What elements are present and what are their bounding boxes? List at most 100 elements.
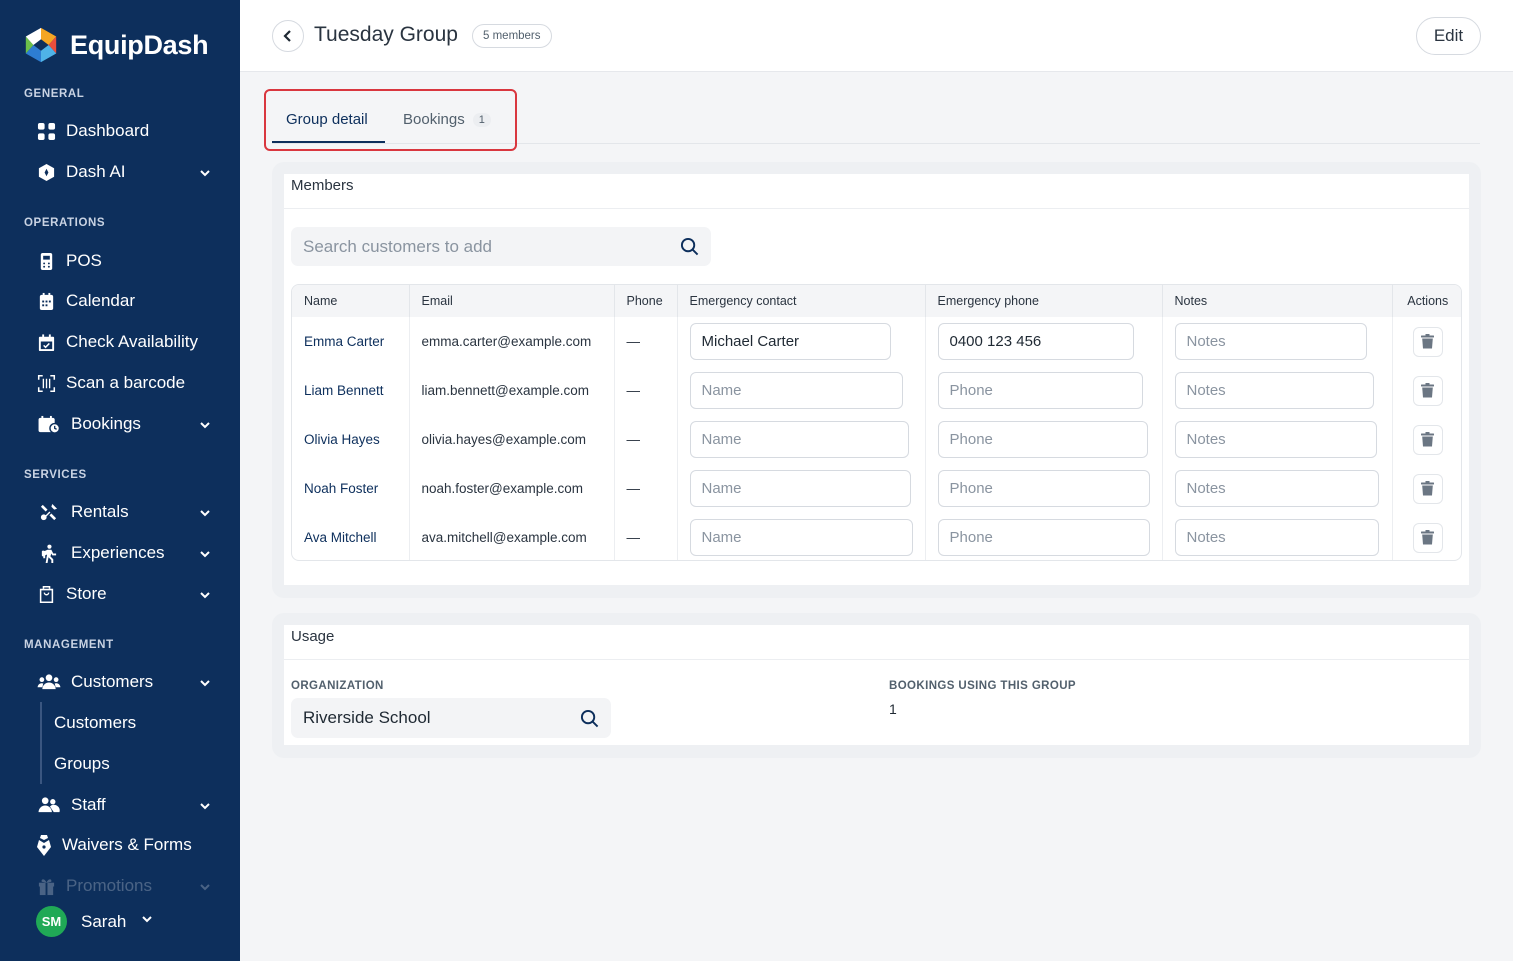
member-phone: —	[614, 464, 678, 513]
sidebar-item-label: Staff	[71, 795, 106, 814]
emergency-phone-input[interactable]	[937, 372, 1143, 409]
sidebar-item-label: Promotions	[66, 876, 152, 895]
member-count-badge: 5 members	[472, 24, 552, 48]
bookings-using-group-label: BOOKINGS USING THIS GROUP	[889, 680, 1076, 692]
notes-input[interactable]	[1174, 470, 1379, 507]
chevron-down-icon	[198, 505, 212, 519]
sidebar-item-bookings[interactable]: Bookings	[36, 407, 212, 441]
section-management: MANAGEMENT	[24, 639, 114, 651]
members-title: Members	[291, 177, 354, 194]
sidebar-item-pos[interactable]: POS	[36, 244, 212, 278]
sidebar-item-rentals[interactable]: Rentals	[36, 495, 212, 529]
sidebar-subitem-customers[interactable]: Customers	[54, 713, 136, 733]
gift-icon	[36, 876, 56, 896]
trash-icon	[1421, 334, 1435, 349]
sidebar-item-waivers[interactable]: Waivers & Forms	[36, 828, 212, 862]
members-table: Name Email Phone Emergency contact Emerg…	[291, 284, 1462, 561]
member-phone: —	[614, 415, 678, 464]
delete-member-button[interactable]	[1412, 522, 1443, 553]
sidebar: EquipDash GENERAL Dashboard Dash AI OPER…	[0, 0, 240, 961]
chevron-down-icon	[198, 546, 212, 560]
emergency-contact-input[interactable]	[689, 323, 891, 360]
emergency-contact-input[interactable]	[689, 421, 909, 458]
search-icon[interactable]	[580, 709, 599, 728]
sidebar-item-store[interactable]: Store	[36, 577, 212, 611]
sidebar-item-label: Waivers & Forms	[62, 835, 192, 854]
staff-users-icon	[36, 795, 61, 815]
app-logo[interactable]: EquipDash	[22, 26, 209, 64]
page-title: Tuesday Group	[314, 23, 458, 46]
user-menu[interactable]: SM Sarah	[36, 906, 154, 937]
delete-member-button[interactable]	[1412, 326, 1443, 357]
pos-terminal-icon	[36, 251, 56, 271]
shopping-bag-icon	[36, 584, 56, 604]
organization-field[interactable]: Riverside School	[291, 698, 611, 738]
search-icon[interactable]	[680, 237, 699, 256]
member-name-link[interactable]: Noah Foster	[292, 464, 410, 513]
sidebar-item-check-availability[interactable]: Check Availability	[36, 325, 212, 359]
member-name-link[interactable]: Olivia Hayes	[292, 415, 410, 464]
notes-input[interactable]	[1174, 421, 1377, 458]
delete-member-button[interactable]	[1412, 424, 1443, 455]
emergency-phone-input[interactable]	[937, 323, 1134, 360]
member-email: olivia.hayes@example.com	[409, 415, 615, 464]
back-button[interactable]	[272, 20, 304, 52]
bookings-calendar-icon	[36, 414, 61, 434]
sidebar-item-calendar[interactable]: Calendar	[36, 284, 212, 318]
section-general: GENERAL	[24, 88, 85, 100]
barcode-scan-icon	[36, 373, 56, 393]
sidebar-item-label: Store	[66, 584, 107, 603]
members-divider	[284, 208, 1469, 209]
table-row: Emma Carter emma.carter@example.com —	[292, 317, 1461, 366]
emergency-phone-input[interactable]	[937, 421, 1148, 458]
sidebar-item-scan-barcode[interactable]: Scan a barcode	[36, 366, 212, 400]
trash-icon	[1421, 530, 1435, 545]
member-name-link[interactable]: Emma Carter	[292, 317, 410, 366]
chevron-left-icon	[283, 30, 291, 42]
column-header-notes: Notes	[1162, 285, 1393, 317]
chevron-down-icon	[198, 165, 212, 179]
chevron-down-icon	[140, 912, 154, 931]
sidebar-item-dashboard[interactable]: Dashboard	[36, 114, 212, 148]
sidebar-item-customers[interactable]: Customers	[36, 665, 212, 699]
delete-member-button[interactable]	[1412, 375, 1443, 406]
member-email: noah.foster@example.com	[409, 464, 615, 513]
organization-value: Riverside School	[303, 708, 431, 727]
grid-icon	[36, 121, 56, 141]
emergency-contact-input[interactable]	[689, 470, 911, 507]
section-operations: OPERATIONS	[24, 217, 106, 229]
user-name: Sarah	[81, 911, 127, 931]
sidebar-item-experiences[interactable]: Experiences	[36, 536, 212, 570]
usage-title: Usage	[291, 628, 335, 645]
trash-icon	[1421, 383, 1435, 398]
chevron-down-icon	[198, 798, 212, 812]
table-row: Liam Bennett liam.bennett@example.com —	[292, 366, 1461, 415]
member-name-link[interactable]: Ava Mitchell	[292, 513, 410, 560]
ai-hexagon-icon	[36, 162, 56, 182]
emergency-contact-input[interactable]	[689, 519, 913, 556]
emergency-contact-input[interactable]	[689, 372, 903, 409]
sidebar-item-staff[interactable]: Staff	[36, 788, 212, 822]
sidebar-item-label: Calendar	[66, 291, 135, 310]
customer-search-input[interactable]	[303, 236, 680, 257]
notes-input[interactable]	[1174, 519, 1379, 556]
chevron-down-icon	[198, 417, 212, 431]
member-name-link[interactable]: Liam Bennett	[292, 366, 410, 415]
sidebar-item-promotions[interactable]: Promotions	[36, 869, 212, 903]
edit-button[interactable]: Edit	[1416, 17, 1481, 55]
sidebar-item-label: Scan a barcode	[66, 373, 186, 392]
emergency-phone-input[interactable]	[937, 519, 1150, 556]
member-email: emma.carter@example.com	[409, 317, 615, 366]
notes-input[interactable]	[1174, 323, 1367, 360]
sidebar-item-label: Dashboard	[66, 121, 150, 140]
emergency-phone-input[interactable]	[937, 470, 1150, 507]
delete-member-button[interactable]	[1412, 473, 1443, 504]
trash-icon	[1421, 481, 1435, 496]
chevron-down-icon	[198, 879, 212, 893]
sidebar-subitem-groups[interactable]: Groups	[54, 754, 110, 774]
sidebar-item-dash-ai[interactable]: Dash AI	[36, 155, 212, 189]
column-header-actions: Actions	[1392, 285, 1461, 317]
sidebar-item-label: Bookings	[71, 414, 141, 433]
notes-input[interactable]	[1174, 372, 1374, 409]
member-phone: —	[614, 513, 678, 560]
